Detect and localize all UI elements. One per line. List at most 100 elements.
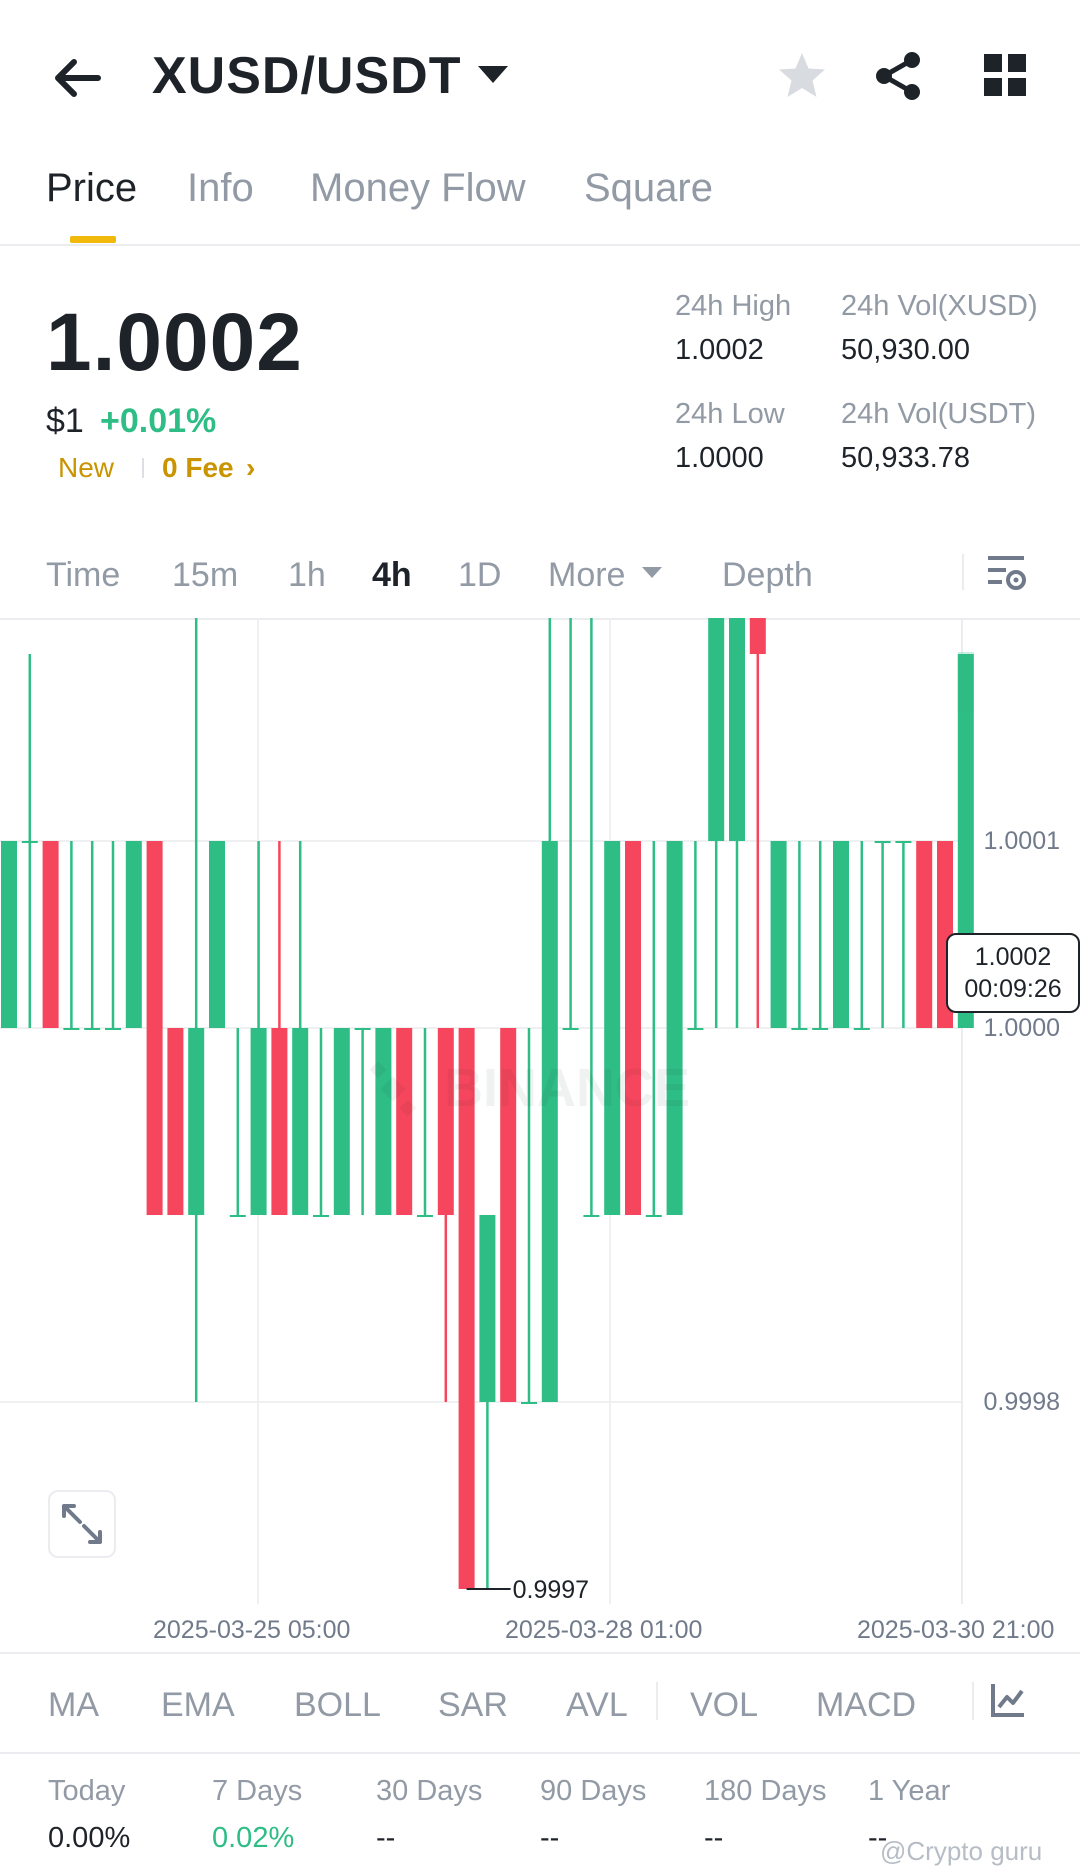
vol-base-value: 50,930.00 — [841, 334, 971, 366]
current-price-label: 1.0002 — [974, 943, 1052, 971]
candle-body — [167, 1028, 184, 1215]
active-tab-indicator — [70, 236, 116, 243]
perf-value: -- — [704, 1822, 724, 1854]
perf-label: 90 Days — [540, 1775, 647, 1807]
candle-body — [833, 841, 849, 1028]
more-caret-icon[interactable] — [642, 567, 662, 578]
fullscreen-button[interactable] — [48, 1490, 116, 1558]
last-price: 1.0002 — [46, 297, 303, 388]
tab-info[interactable]: Info — [187, 166, 254, 211]
candle-body — [250, 1028, 267, 1215]
indicator-boll[interactable]: BOLL — [294, 1686, 381, 1725]
current-candle-highlight — [957, 652, 974, 712]
low-label: 24h Low — [675, 398, 785, 430]
perf-value: -- — [376, 1822, 396, 1854]
grid-icon[interactable] — [984, 54, 1026, 96]
indicator-ema[interactable]: EMA — [161, 1686, 235, 1725]
indicator-vol[interactable]: VOL — [690, 1686, 758, 1725]
candle-body — [687, 1028, 704, 1030]
watermark-text: BINANCE — [444, 1058, 690, 1118]
tabs-divider — [0, 244, 1080, 246]
vol-quote-label: 24h Vol(USDT) — [841, 398, 1037, 430]
candle-body — [313, 1215, 329, 1217]
perf-label: Today — [48, 1775, 126, 1807]
tag-divider — [142, 458, 144, 478]
interval-1d[interactable]: 1D — [458, 556, 501, 595]
candle-body — [916, 841, 933, 1028]
candle-body — [271, 1028, 288, 1215]
candle-body — [562, 1028, 579, 1030]
candle-body — [125, 841, 142, 1028]
x-axis-label: 2025-03-28 01:00 — [505, 1616, 703, 1644]
candle-body — [292, 1028, 309, 1215]
star-icon[interactable] — [776, 50, 828, 102]
interval-15m[interactable]: 15m — [172, 556, 238, 595]
indicator-sar[interactable]: SAR — [438, 1686, 508, 1725]
x-axis-label: 2025-03-30 21:00 — [857, 1616, 1055, 1644]
candle-body — [333, 1028, 350, 1215]
indicator-avl[interactable]: AVL — [566, 1686, 628, 1725]
interval-1h[interactable]: 1h — [288, 556, 326, 595]
interval-depth[interactable]: Depth — [722, 556, 813, 595]
chart-line-icon[interactable] — [990, 1682, 1026, 1718]
indicator-ma[interactable]: MA — [48, 1686, 99, 1725]
candle-body — [874, 841, 891, 843]
perf-value: 0.02% — [212, 1822, 295, 1854]
candle-body — [791, 1028, 808, 1030]
candle-body — [188, 1028, 205, 1215]
zero-fee-tag[interactable]: 0 Fee — [162, 452, 234, 484]
tab-square[interactable]: Square — [584, 166, 713, 211]
chart-settings-icon[interactable] — [986, 552, 1026, 594]
candle-body — [770, 841, 787, 1028]
candle-body — [354, 1028, 371, 1030]
interval-time[interactable]: Time — [46, 556, 120, 595]
new-tag[interactable]: New — [58, 452, 114, 484]
price-change: +0.01% — [100, 402, 217, 440]
vol-base-label: 24h Vol(XUSD) — [841, 290, 1038, 322]
candle-body — [1, 841, 17, 1028]
candle-body — [895, 841, 912, 843]
perf-value: -- — [540, 1822, 560, 1854]
candle-body — [417, 1215, 433, 1217]
high-value: 1.0002 — [675, 334, 764, 366]
expand-icon — [62, 1504, 102, 1544]
low-value: 1.0000 — [675, 442, 764, 474]
indicator-divider — [656, 1682, 658, 1720]
candle-body — [521, 1402, 537, 1404]
candle-body — [42, 841, 59, 1028]
chevron-right-icon[interactable]: › — [246, 452, 255, 484]
candle-body — [729, 618, 745, 841]
candle-body — [853, 1028, 870, 1030]
candle-body — [84, 1028, 101, 1030]
perf-label: 30 Days — [376, 1775, 483, 1807]
x-axis-label: 2025-03-25 05:00 — [153, 1616, 351, 1644]
candle-body — [583, 1215, 600, 1217]
low-annotation: 0.9997 — [513, 1576, 589, 1604]
caret-down-icon[interactable] — [478, 66, 508, 83]
tab-price[interactable]: Price — [46, 166, 137, 211]
back-arrow-icon[interactable] — [48, 50, 104, 106]
candle-body — [625, 841, 641, 1215]
interval-4h[interactable]: 4h — [372, 556, 412, 595]
candle-body — [21, 841, 38, 843]
candle-countdown: 00:09:26 — [964, 975, 1062, 1003]
pair-title[interactable]: XUSD/USDT — [152, 46, 461, 106]
y-axis-label: 0.9998 — [984, 1388, 1060, 1416]
vol-quote-value: 50,933.78 — [841, 442, 971, 474]
candle-body — [708, 618, 725, 841]
share-icon[interactable] — [872, 50, 924, 102]
perf-label: 7 Days — [212, 1775, 303, 1807]
perf-label: 180 Days — [704, 1775, 827, 1807]
candle-body — [146, 841, 163, 1215]
interval-more[interactable]: More — [548, 556, 625, 595]
candle-body — [666, 841, 683, 1215]
candle-body — [105, 1028, 121, 1030]
indicator-divider — [972, 1682, 974, 1720]
y-axis-label: 1.0001 — [984, 827, 1060, 855]
candle-body — [604, 841, 621, 1215]
usd-price: $1 — [46, 402, 84, 440]
tab-money-flow[interactable]: Money Flow — [310, 166, 526, 211]
indicator-macd[interactable]: MACD — [816, 1686, 916, 1725]
current-price-box: 1.0002 00:09:26 — [946, 933, 1080, 1013]
watermark-credit: @Crypto guru — [880, 1836, 1043, 1866]
